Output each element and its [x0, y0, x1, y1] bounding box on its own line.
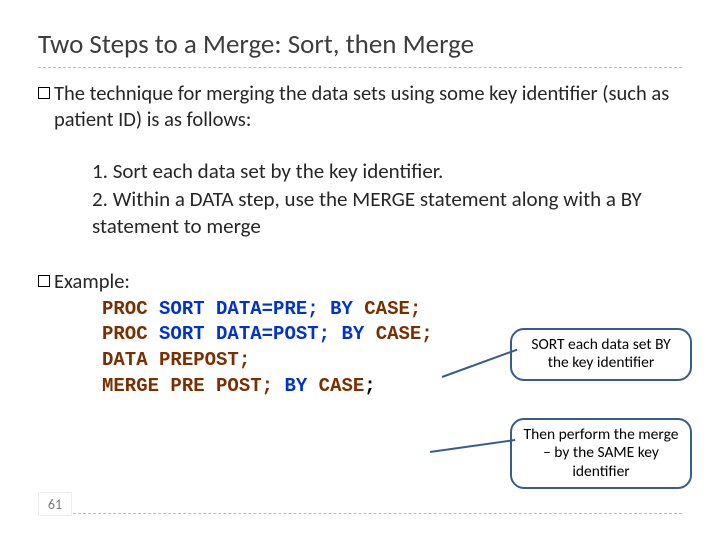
connector-line [430, 439, 515, 453]
code-token: PROC [102, 298, 148, 320]
steps-list: 1. Sort each data set by the key identif… [92, 158, 652, 240]
code-token: MERGE [102, 375, 159, 397]
callout-merge: Then perform the merge – by the SAME key… [510, 418, 692, 489]
code-token: CASE; [376, 323, 433, 345]
code-token: CASE [319, 375, 365, 397]
code-token: PROC [102, 323, 148, 345]
title-divider [38, 67, 682, 68]
code-token: SORT [159, 323, 205, 345]
code-token: DATA=PRE; [216, 298, 319, 320]
page-number: 61 [38, 492, 72, 516]
square-bullet-icon [38, 275, 50, 287]
slide-title: Two Steps to a Merge: Sort, then Merge [38, 28, 682, 61]
footer-divider [38, 513, 682, 514]
code-token: BY [284, 375, 307, 397]
code-token: SORT [159, 298, 205, 320]
callout-sort: SORT each data set BY the key identifier [510, 328, 692, 381]
intro-text: The technique for merging the data sets … [54, 80, 682, 132]
code-token: PREPOST; [159, 349, 250, 371]
code-token: ; [364, 375, 375, 397]
code-token: PRE POST; [170, 375, 273, 397]
slide-footer: 61 [0, 513, 720, 518]
code-token: BY [330, 298, 353, 320]
intro-bullet: The technique for merging the data sets … [38, 80, 682, 132]
code-token: DATA=POST; [216, 323, 330, 345]
code-token: DATA [102, 349, 148, 371]
example-bullet: Example: [38, 268, 682, 294]
example-label: Example: [54, 268, 130, 294]
square-bullet-icon [38, 87, 50, 99]
code-token: CASE; [364, 298, 421, 320]
slide: Two Steps to a Merge: Sort, then Merge T… [0, 0, 720, 540]
code-token: BY [341, 323, 364, 345]
